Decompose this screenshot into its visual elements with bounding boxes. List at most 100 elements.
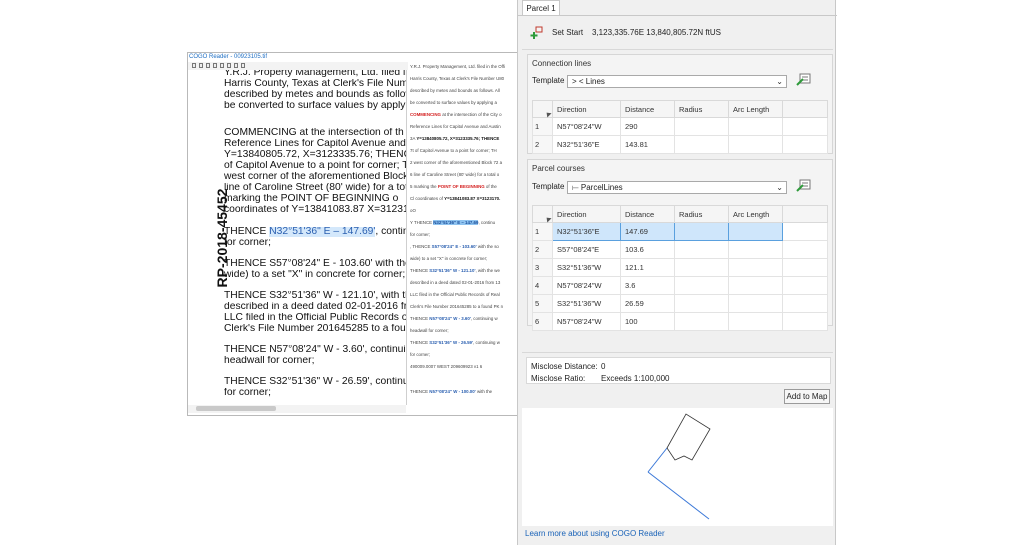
column-header-empty [782,205,828,223]
line-type-icon: ⟝ [572,183,579,192]
distance-cell[interactable]: 147.69 [620,222,675,241]
arc-length-cell[interactable] [728,117,783,136]
column-header-arc-length[interactable]: Arc Length [728,205,783,223]
ocr-line: be converted to surface values by applyi… [410,100,497,105]
arc-length-cell[interactable] [728,135,783,154]
ocr-line: 6 line of Caroline Street (80' wide) for… [410,172,500,177]
connection-lines-table[interactable]: Direction Distance Radius Arc Length 1 N… [532,100,828,154]
arc-length-cell[interactable] [728,312,783,331]
table-row-selected[interactable]: 1 N32°51'36"E 147.69 [532,222,828,241]
ocr-line: Clerk's File Number 201645285 to a found… [410,304,504,309]
radius-cell[interactable] [674,294,729,313]
column-header-arc-length[interactable]: Arc Length [728,100,783,118]
distance-cell[interactable]: 26.59 [620,294,675,313]
selected-call[interactable]: N32°51'36" E – 147.69' [269,227,376,237]
ocr-line: , THENCE S57°08'24" E - 103.60' with the… [410,244,499,249]
rotate-icon[interactable] [241,63,245,68]
radius-cell[interactable] [674,276,729,295]
column-header-distance[interactable]: Distance [620,100,675,118]
distance-cell[interactable]: 143.81 [620,135,675,154]
ocr-line: for corner; [410,232,431,237]
scanned-document-pane[interactable]: RP-2018-45452 Y.R.J. Property Management… [188,70,407,405]
doc-line: be converted to surface values by applyi… [224,101,406,111]
ocr-line: 490009.0007 WEST 209609923 v1 6 [410,364,483,369]
horizontal-scrollbar[interactable] [188,405,406,413]
add-point-icon[interactable] [530,26,544,40]
arc-length-cell[interactable] [728,222,783,241]
tab-parcel-1[interactable]: Parcel 1 [522,0,560,16]
direction-cell[interactable]: N32°51'36"E [552,222,621,241]
radius-cell[interactable] [674,222,729,241]
learn-more-link[interactable]: Learn more about using COGO Reader [525,529,665,538]
connection-line [647,471,710,520]
open-icon[interactable] [192,63,196,68]
arc-length-cell[interactable] [728,240,783,259]
connection-template-select[interactable]: > < Lines ⌄ [567,75,787,88]
fit-icon[interactable] [234,63,238,68]
zoom-out-icon[interactable] [227,63,231,68]
table-row[interactable]: 5 S32°51'36"W 26.59 [532,294,828,313]
radius-cell[interactable] [674,258,729,277]
doc-line-thence-1[interactable]: THENCE N32°51'36" E – 147.69', continu [224,227,406,238]
misclose-distance-value: 0 [601,362,606,371]
doc-line: of Capitol Avenue to a point for corner;… [224,161,406,171]
direction-cell[interactable]: N57°08'24"W [552,276,621,295]
table-row[interactable]: 4 N57°08'24"W 3.6 [532,276,828,295]
parcel-template-select[interactable]: ⟝ ParcelLines ⌄ [567,181,787,194]
direction-cell[interactable]: N57°08'24"W [552,117,621,136]
misclose-distance-label: Misclose Distance: [531,362,598,371]
distance-cell[interactable]: 290 [620,117,675,136]
table-row[interactable]: 1 N57°08'24"W 290 [532,117,828,136]
divider [522,49,833,50]
table-row[interactable]: 3 S32°51'36"W 121.1 [532,258,828,277]
radius-cell[interactable] [674,135,729,154]
table-row[interactable]: 6 N57°08'24"W 100 [532,312,828,331]
doc-line: Y=13840805.72, X=3123335.76; THENCE [224,150,406,160]
scrollbar-thumb[interactable] [196,406,276,411]
save-icon[interactable] [199,63,203,68]
ocr-line: 7t of Capitol Avenue to a point for corn… [410,148,497,153]
distance-cell[interactable]: 103.6 [620,240,675,259]
radius-cell[interactable] [674,117,729,136]
table-row[interactable]: 2 S57°08'24"E 103.6 [532,240,828,259]
ocr-line: Y.R.J. Property Management, Ltd. filed i… [410,64,506,69]
cogo-reader-window: COGO Reader - 00923105.tif RP-2018-45452… [187,52,520,416]
parcel-courses-table[interactable]: Direction Distance Radius Arc Length 1 N… [532,205,828,331]
ocr-line[interactable]: Y THENCE N32°51'36" E – 147.69, continu [410,220,518,225]
chevron-down-icon: ⌄ [776,77,783,86]
template-editor-icon[interactable] [796,73,812,87]
direction-cell[interactable]: N57°08'24"W [552,312,621,331]
ocr-line: Reference Lines for Capitol Avenue and A… [410,124,501,129]
template-label: Template [532,182,565,191]
zoom-in-icon[interactable] [220,63,224,68]
arc-length-cell[interactable] [728,276,783,295]
column-header-direction[interactable]: Direction [552,100,621,118]
ocr-line: THENCE N57°08'24" W - 3.60', continuing … [410,316,498,321]
doc-line: for corner; [224,388,271,398]
arc-length-cell[interactable] [728,258,783,277]
doc-line: west corner of the aforementioned Block [224,172,406,182]
direction-cell[interactable]: S32°51'36"W [552,294,621,313]
grid-icon[interactable] [213,63,217,68]
column-header-radius[interactable]: Radius [674,205,729,223]
arc-length-cell[interactable] [728,294,783,313]
column-header-radius[interactable]: Radius [674,100,729,118]
set-start-button[interactable]: Set Start [552,28,583,37]
ocr-text-pane[interactable]: Y.R.J. Property Management, Ltd. filed i… [408,62,519,415]
direction-cell[interactable]: S32°51'36"W [552,258,621,277]
distance-cell[interactable]: 100 [620,312,675,331]
column-header-distance[interactable]: Distance [620,205,675,223]
add-to-map-button[interactable]: Add to Map [784,389,830,404]
column-header-direction[interactable]: Direction [552,205,621,223]
distance-cell[interactable]: 3.6 [620,276,675,295]
radius-cell[interactable] [674,240,729,259]
radius-cell[interactable] [674,312,729,331]
distance-cell[interactable]: 121.1 [620,258,675,277]
direction-cell[interactable]: S57°08'24"E [552,240,621,259]
template-editor-icon[interactable] [796,179,812,193]
parcel-preview [522,408,833,526]
connection-lines-group: Connection lines Template > < Lines ⌄ Di… [527,54,833,154]
direction-cell[interactable]: N32°51'36"E [552,135,621,154]
table-row[interactable]: 2 N32°51'36"E 143.81 [532,135,828,154]
select-icon[interactable] [206,63,210,68]
